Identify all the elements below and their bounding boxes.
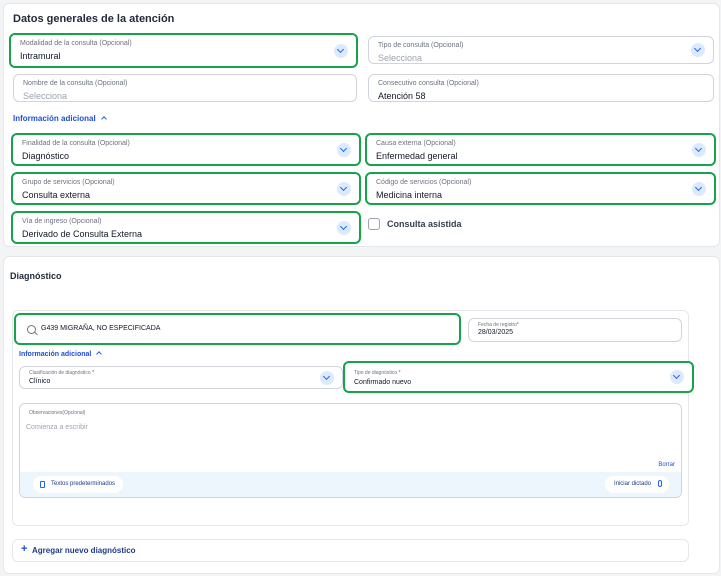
- agregar-diagnostico-button[interactable]: + Agregar nuevo diagnóstico: [12, 539, 689, 562]
- consecutivo-label: Consecutivo consulta (Opcional): [378, 80, 479, 87]
- codigo-servicios-label: Código de servicios (Opcional): [376, 179, 472, 186]
- nombre-consulta-placeholder: Selecciona: [23, 91, 68, 101]
- chevron-down-icon: [337, 142, 351, 157]
- consulta-asistida-checkbox[interactable]: [368, 218, 380, 230]
- fecha-registro-field[interactable]: Fecha de registro* 28/03/2025: [468, 318, 682, 342]
- chevron-up-icon: [100, 116, 107, 122]
- tipo-diagnostico-select[interactable]: Tipo de diagnóstico * Confirmado nuevo: [343, 361, 694, 393]
- diagnostico-card: Diagnóstico G439 MIGRAÑA, NO ESPECIFICAD…: [3, 256, 720, 574]
- iniciar-dictado-button[interactable]: Iniciar dictado: [604, 476, 669, 493]
- document-icon: [40, 481, 45, 488]
- plus-icon: +: [21, 543, 28, 555]
- tipo-consulta-select[interactable]: Tipo de consulta (Opcional) Selecciona: [368, 36, 714, 64]
- search-icon-handle: [34, 331, 38, 336]
- general-section-title: Datos generales de la atención: [13, 13, 175, 25]
- grupo-servicios-value: Consulta externa: [22, 190, 91, 200]
- info-adicional-label: Información adicional: [13, 114, 96, 123]
- via-ingreso-value: Derivado de Consulta Externa: [22, 229, 143, 239]
- chevron-down-icon: [692, 181, 706, 196]
- via-ingreso-select[interactable]: Vía de ingreso (Opcional) Derivado de Co…: [11, 211, 361, 244]
- codigo-servicios-select[interactable]: Código de servicios (Opcional) Medicina …: [365, 172, 716, 205]
- tipo-diagnostico-value: Confirmado nuevo: [354, 379, 412, 386]
- diagnostico-search-input[interactable]: G439 MIGRAÑA, NO ESPECIFICADA: [14, 313, 461, 345]
- diagnostico-search-value: G439 MIGRAÑA, NO ESPECIFICADA: [41, 325, 161, 332]
- textos-predeterminados-button[interactable]: Textos predeterminados: [33, 476, 124, 493]
- nombre-consulta-select[interactable]: Nombre de la consulta (Opcional) Selecci…: [13, 74, 357, 102]
- grupo-servicios-select[interactable]: Grupo de servicios (Opcional) Consulta e…: [11, 172, 361, 205]
- observaciones-label: Observaciones(Opcional): [29, 410, 86, 416]
- modalidad-select[interactable]: Modalidad de la consulta (Opcional) Intr…: [9, 33, 358, 68]
- chevron-down-icon: [337, 181, 351, 196]
- fecha-registro-value: 28/03/2025: [478, 329, 514, 336]
- chevron-up-icon: [96, 351, 103, 357]
- chevron-down-icon: [320, 370, 334, 385]
- tipo-consulta-label: Tipo de consulta (Opcional): [378, 42, 464, 49]
- diagnostico-section-title: Diagnóstico: [10, 271, 62, 281]
- clasificacion-label: Clasificación de diagnóstico *: [29, 370, 95, 376]
- grupo-servicios-label: Grupo de servicios (Opcional): [22, 179, 115, 186]
- causa-externa-label: Causa externa (Opcional): [376, 140, 456, 147]
- chevron-down-icon: [334, 43, 348, 58]
- textos-predeterminados-label: Textos predeterminados: [51, 481, 116, 487]
- modalidad-label: Modalidad de la consulta (Opcional): [20, 40, 132, 47]
- clasificacion-select[interactable]: Clasificación de diagnóstico * Clínico: [19, 366, 343, 389]
- tipo-diagnostico-label: Tipo de diagnóstico *: [354, 370, 401, 376]
- microphone-icon: [658, 480, 662, 487]
- chevron-down-icon: [691, 43, 705, 57]
- chevron-down-icon: [692, 142, 706, 157]
- iniciar-dictado-label: Iniciar dictado: [613, 481, 651, 487]
- causa-externa-value: Enfermedad general: [376, 151, 458, 161]
- agregar-diagnostico-label: Agregar nuevo diagnóstico: [32, 546, 136, 555]
- fecha-registro-label: Fecha de registro*: [478, 322, 519, 328]
- nombre-consulta-label: Nombre de la consulta (Opcional): [23, 80, 128, 87]
- causa-externa-select[interactable]: Causa externa (Opcional) Enfermedad gene…: [365, 133, 716, 166]
- modalidad-value: Intramural: [20, 51, 61, 61]
- tipo-consulta-placeholder: Selecciona: [378, 53, 423, 63]
- diagnostico-info-adicional-toggle[interactable]: Información adicional: [19, 351, 103, 358]
- consecutivo-value: Atención 58: [378, 91, 426, 101]
- via-ingreso-label: Vía de ingreso (Opcional): [22, 218, 102, 225]
- consulta-asistida-label: Consulta asistida: [387, 219, 462, 229]
- clasificacion-value: Clínico: [29, 378, 51, 385]
- info-adicional-toggle[interactable]: Información adicional: [13, 114, 107, 123]
- finalidad-value: Diagnóstico: [22, 151, 70, 161]
- textarea-footer: Textos predeterminados Iniciar dictado: [20, 472, 681, 497]
- observaciones-placeholder: Comienza a escribir: [26, 424, 88, 431]
- general-data-card: Datos generales de la atención Modalidad…: [3, 3, 720, 247]
- finalidad-label: Finalidad de la consulta (Opcional): [22, 140, 130, 147]
- observaciones-textarea[interactable]: Observaciones(Opcional) Comienza a escri…: [19, 403, 682, 498]
- codigo-servicios-value: Medicina interna: [376, 190, 443, 200]
- borrar-button[interactable]: Borrar: [658, 462, 675, 468]
- finalidad-select[interactable]: Finalidad de la consulta (Opcional) Diag…: [11, 133, 361, 166]
- chevron-down-icon: [337, 220, 351, 235]
- consecutivo-field[interactable]: Consecutivo consulta (Opcional) Atención…: [368, 74, 714, 102]
- chevron-down-icon: [670, 370, 684, 384]
- diagnostico-info-adicional-label: Información adicional: [19, 351, 92, 358]
